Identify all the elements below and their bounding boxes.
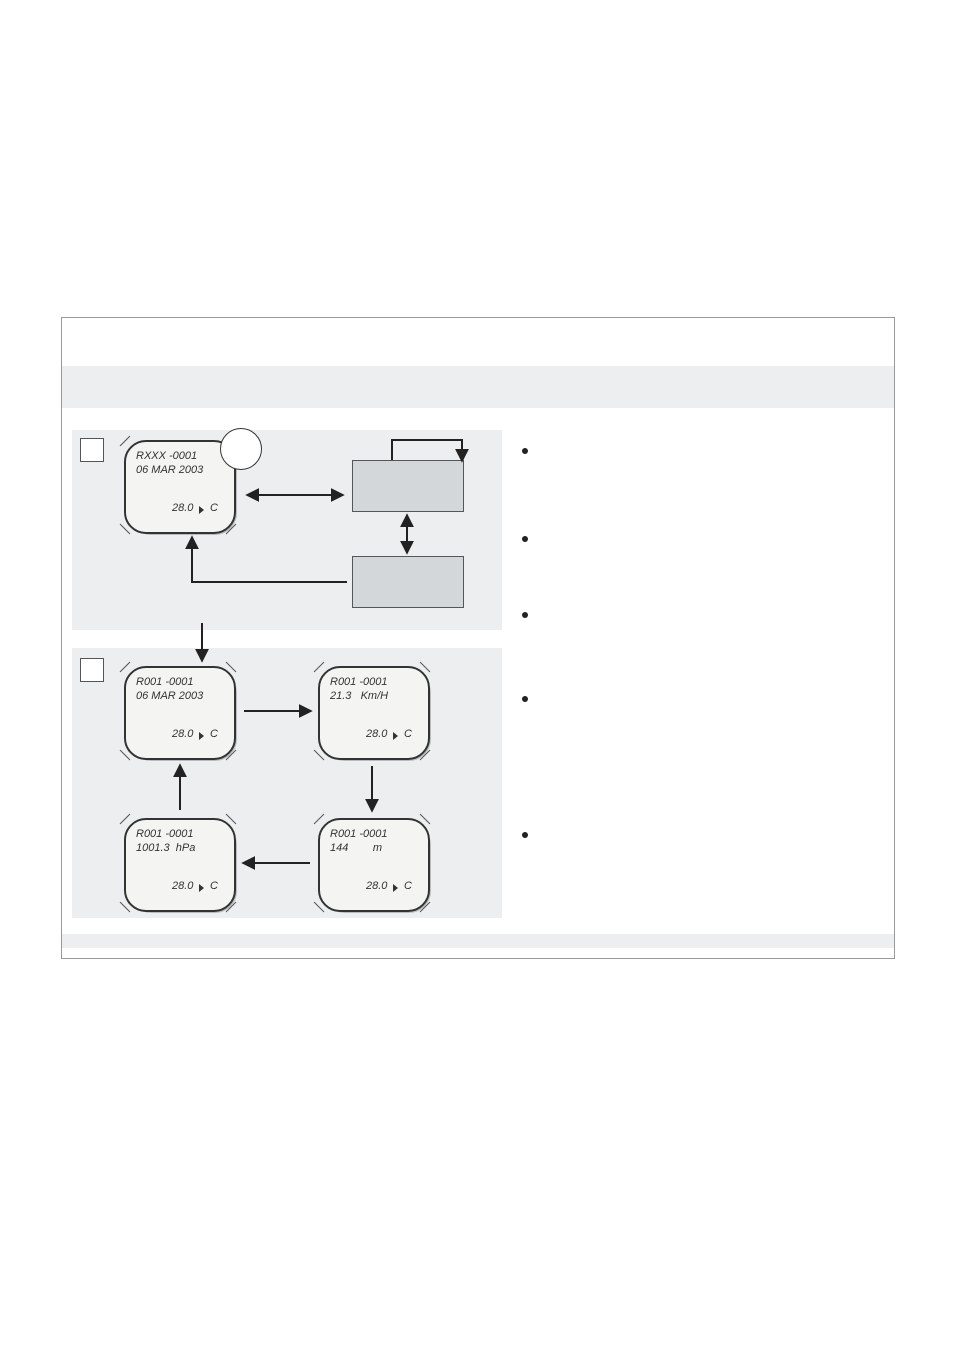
arrows-row1 — [72, 430, 502, 630]
title-band — [62, 366, 894, 408]
bullet-dot — [522, 448, 528, 454]
page: RXXX -0001 06 MAR 2003 28.0 C — [0, 0, 954, 1351]
bullet-dot — [522, 696, 528, 702]
bullet-dot — [522, 536, 528, 542]
bullet-dot — [522, 832, 528, 838]
end-band — [62, 934, 894, 948]
bullet-dot — [522, 612, 528, 618]
arrows-row2 — [72, 648, 502, 918]
diagram-frame: RXXX -0001 06 MAR 2003 28.0 C — [61, 317, 895, 959]
